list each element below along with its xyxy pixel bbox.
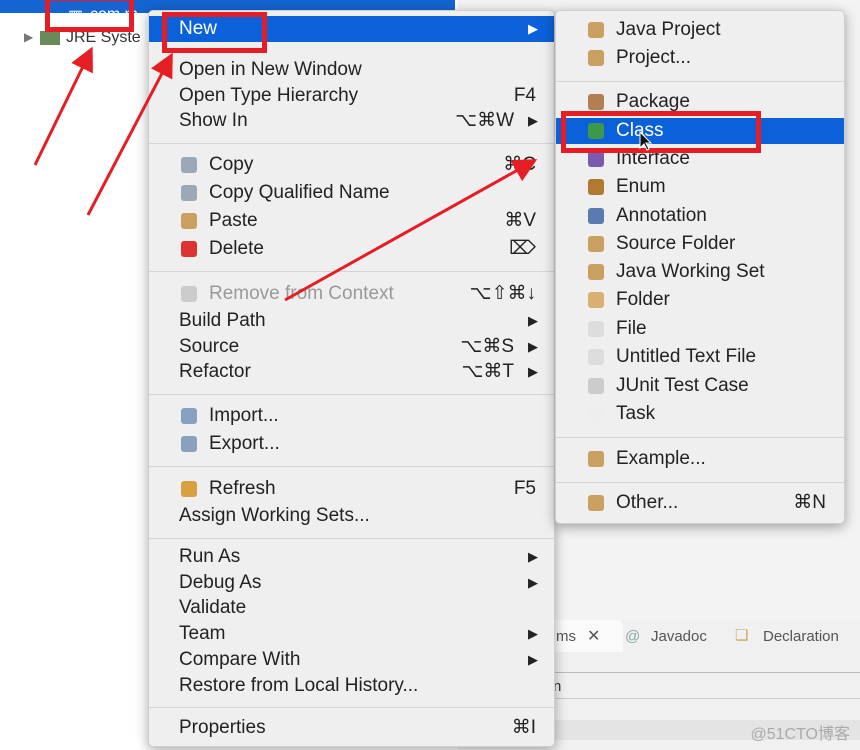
arrow-to-new [86,52,173,216]
arrow-to-submenu [284,159,538,302]
mouse-cursor-icon [639,130,653,151]
annotation-arrows [33,46,653,302]
arrow-to-package [33,46,93,166]
